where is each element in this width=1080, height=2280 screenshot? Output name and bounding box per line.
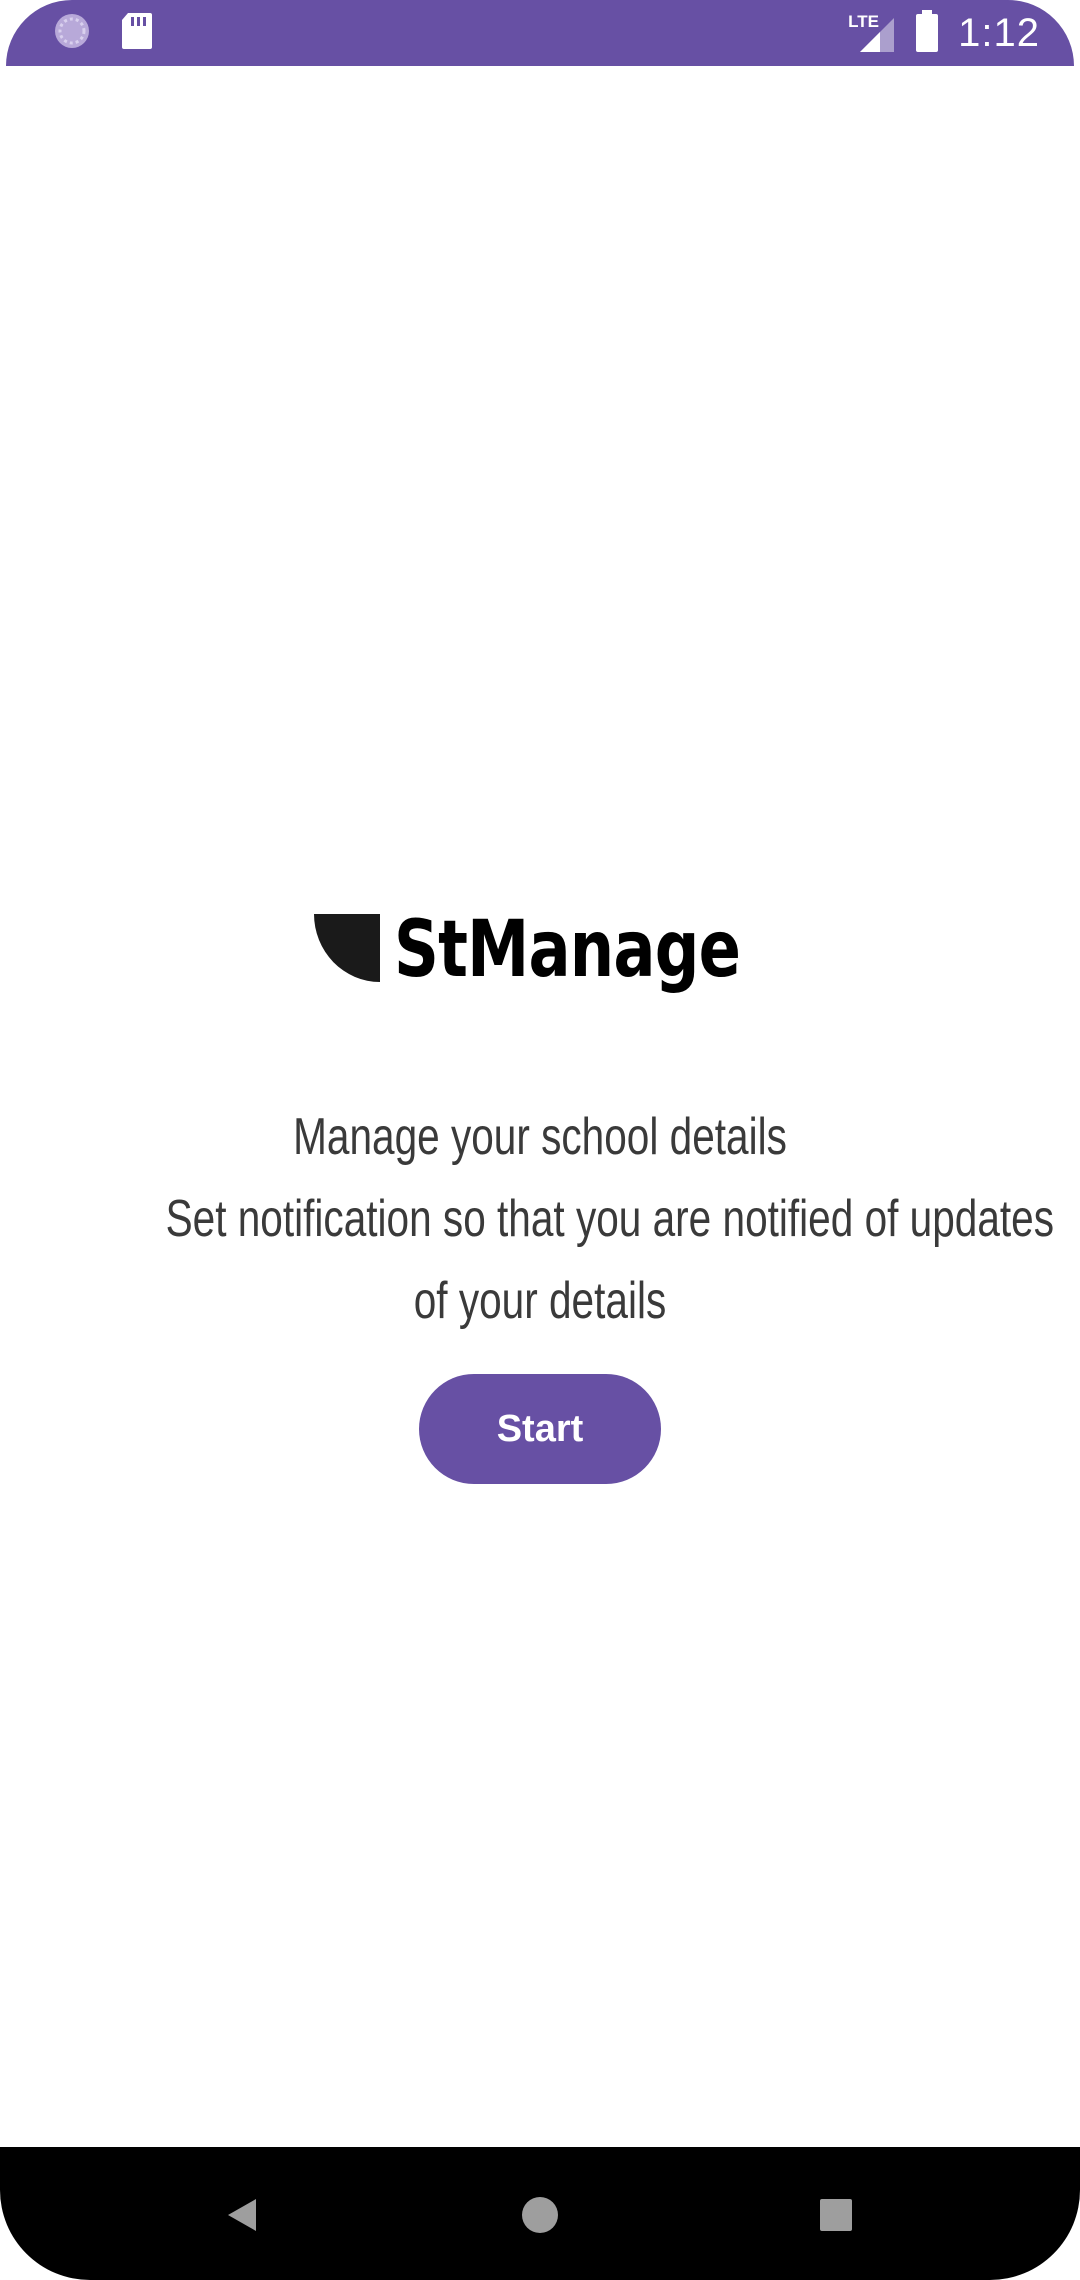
sd-card-icon [120, 11, 154, 56]
app-name: StManage [393, 905, 741, 995]
home-button[interactable] [510, 2187, 570, 2247]
battery-icon [914, 9, 940, 57]
status-time: 1:12 [958, 10, 1040, 55]
navigation-bar [0, 2147, 1080, 2280]
recents-icon [816, 2195, 856, 2240]
back-button[interactable] [212, 2187, 272, 2247]
start-button[interactable]: Start [419, 1374, 661, 1484]
tagline-line-3: of your details [413, 1272, 667, 1330]
back-icon [222, 2195, 262, 2240]
sync-icon [52, 11, 92, 56]
screen: LTE 1:12 StManage Manage your school det… [0, 0, 1080, 2280]
status-right: LTE 1:12 [848, 8, 1040, 58]
tagline-line-2: Set notification so that you are notifie… [165, 1190, 1055, 1248]
tagline-line-1: Manage your school details [293, 1108, 787, 1166]
tagline: Manage your school details Set notificat… [60, 1096, 1055, 1342]
app-brand: StManage [0, 905, 1080, 995]
recents-button[interactable] [806, 2187, 866, 2247]
status-left [52, 10, 154, 56]
status-bar: LTE 1:12 [6, 0, 1074, 66]
quarter-circle-logo-icon [313, 913, 380, 987]
lte-signal-icon: LTE [848, 12, 896, 54]
home-icon [520, 2195, 560, 2240]
